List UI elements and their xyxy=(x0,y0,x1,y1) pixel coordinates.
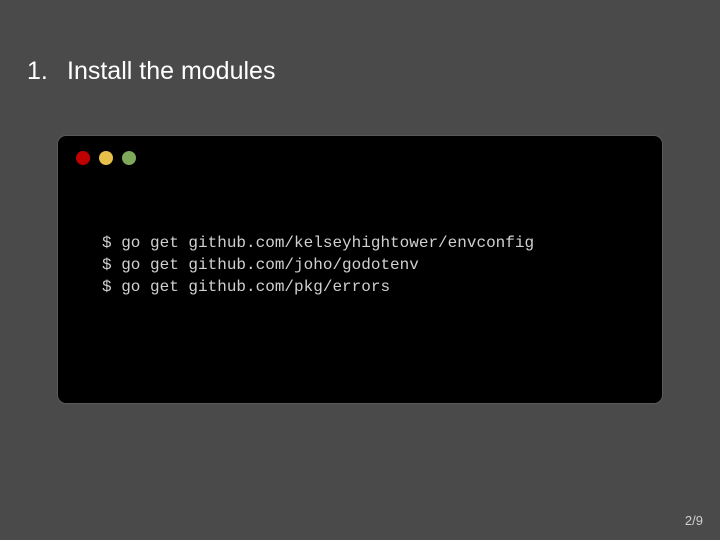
code-line-3: $ go get github.com/pkg/errors xyxy=(102,278,391,296)
slide-title: 1. Install the modules xyxy=(27,55,275,87)
close-dot-icon xyxy=(76,151,90,165)
minimize-dot-icon xyxy=(99,151,113,165)
slide-title-number: 1. xyxy=(27,57,48,85)
page-number: 2/9 xyxy=(684,513,703,528)
maximize-dot-icon xyxy=(122,151,136,165)
code-line-1: $ go get github.com/kelseyhightower/envc… xyxy=(102,234,535,252)
terminal-window: $ go get github.com/kelseyhightower/envc… xyxy=(57,135,663,404)
code-line-2: $ go get github.com/joho/godotenv xyxy=(102,256,419,274)
code-block: $ go get github.com/kelseyhightower/envc… xyxy=(102,232,534,298)
slide-title-text: Install the modules xyxy=(67,57,276,85)
